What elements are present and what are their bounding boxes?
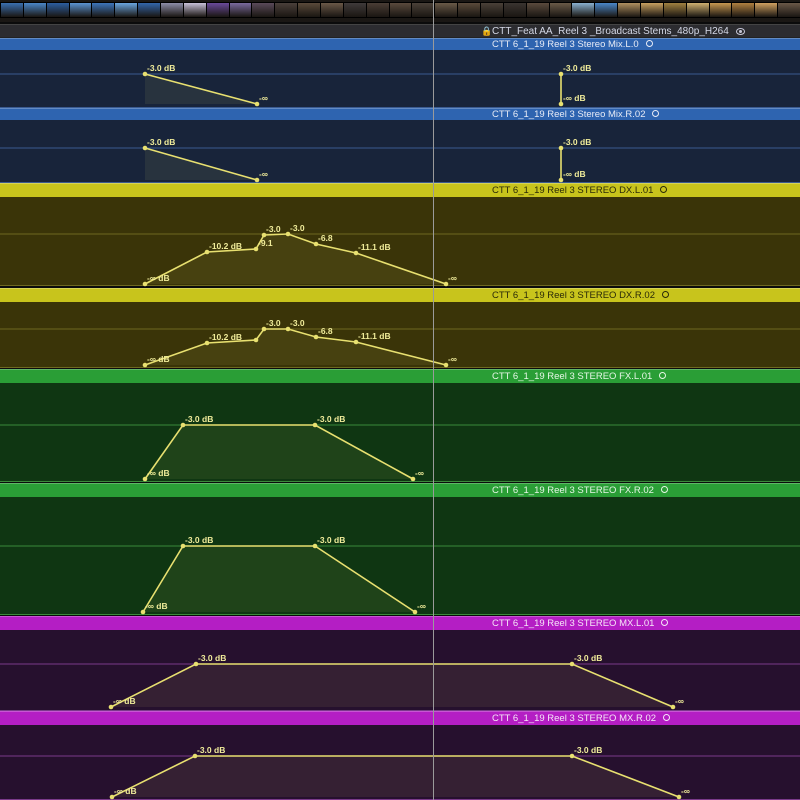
track-title: CTT 6_1_19 Reel 3 STEREO MX.R.02: [492, 712, 671, 726]
filmstrip-frame: [754, 2, 779, 18]
filmstrip-frame: [137, 2, 161, 18]
clip-name: CTT_Feat AA_Reel 3 _Broadcast Stems_480p…: [492, 26, 729, 37]
track-lane[interactable]: [0, 383, 800, 482]
filmstrip-frame: [182, 2, 207, 18]
track-lane[interactable]: [0, 630, 800, 711]
circle-icon[interactable]: [652, 109, 660, 117]
track-title: CTT 6_1_19 Reel 3 STEREO DX.R.02: [492, 289, 669, 303]
filmstrip-frame: [777, 2, 800, 18]
filmstrip-frame: [548, 2, 573, 18]
filmstrip-frame: [457, 2, 481, 18]
filmstrip-frame: [434, 2, 459, 18]
filmstrip-frame: [320, 2, 344, 18]
playhead[interactable]: [433, 0, 434, 800]
filmstrip-frame: [662, 2, 687, 18]
filmstrip-frame: [68, 2, 93, 18]
filmstrip-frame: [91, 2, 116, 18]
filmstrip-frame: [571, 2, 596, 18]
filmstrip-frame: [228, 2, 253, 18]
track-header[interactable]: CTT 6_1_19 Reel 3 Stereo Mix.R.02: [0, 108, 800, 120]
filmstrip-frame: [411, 2, 436, 18]
track-name: CTT 6_1_19 Reel 3 STEREO DX.L.01: [492, 185, 654, 196]
filmstrip-frame: [205, 2, 230, 18]
circle-icon[interactable]: [645, 39, 653, 47]
filmstrip-frame: [365, 2, 390, 18]
circle-icon[interactable]: [661, 618, 669, 626]
filmstrip-frame: [731, 2, 756, 18]
track-name: CTT 6_1_19 Reel 3 Stereo Mix.R.02: [492, 109, 646, 120]
filmstrip-frame: [160, 2, 184, 18]
track-lane[interactable]: [0, 50, 800, 108]
clip-header[interactable]: 🔒 CTT_Feat AA_Reel 3 _Broadcast Stems_48…: [0, 24, 800, 38]
track-title: CTT 6_1_19 Reel 3 STEREO FX.L.01: [492, 370, 667, 384]
filmstrip-frame: [342, 2, 367, 18]
track-header[interactable]: CTT 6_1_19 Reel 3 Stereo Mix.L.0: [0, 38, 800, 50]
track-title: CTT 6_1_19 Reel 3 STEREO MX.L.01: [492, 617, 669, 631]
filmstrip-frame: [22, 2, 47, 18]
track-name: CTT 6_1_19 Reel 3 STEREO MX.R.02: [492, 713, 657, 724]
eye-icon[interactable]: [735, 27, 745, 35]
circle-icon[interactable]: [660, 185, 668, 193]
filmstrip-frame: [114, 2, 139, 18]
filmstrip-frame: [525, 2, 550, 18]
clip-filmstrip[interactable]: [0, 0, 800, 22]
filmstrip-frame: [274, 2, 299, 18]
circle-icon[interactable]: [659, 371, 667, 379]
filmstrip-frame: [45, 2, 70, 18]
track-lane[interactable]: [0, 497, 800, 615]
track-name: CTT 6_1_19 Reel 3 Stereo Mix.L.0: [492, 39, 639, 50]
filmstrip-frame: [480, 2, 504, 18]
track-name: CTT 6_1_19 Reel 3 STEREO MX.L.01: [492, 618, 655, 629]
filmstrip-frame: [388, 2, 413, 18]
filmstrip-frame: [708, 2, 733, 18]
track-header[interactable]: CTT 6_1_19 Reel 3 STEREO DX.L.01: [0, 183, 800, 197]
filmstrip-frame: [594, 2, 619, 18]
lock-icon: 🔒: [481, 26, 493, 36]
track-header[interactable]: CTT 6_1_19 Reel 3 STEREO FX.L.01: [0, 369, 800, 383]
track-header[interactable]: CTT 6_1_19 Reel 3 STEREO DX.R.02: [0, 288, 800, 302]
track-lane[interactable]: [0, 197, 800, 286]
track-header[interactable]: CTT 6_1_19 Reel 3 STEREO FX.R.02: [0, 483, 800, 497]
track-title: CTT 6_1_19 Reel 3 STEREO DX.L.01: [492, 184, 668, 198]
circle-icon[interactable]: [660, 485, 668, 493]
filmstrip-frame: [685, 2, 710, 18]
track-lane[interactable]: [0, 725, 800, 800]
track-name: CTT 6_1_19 Reel 3 STEREO FX.L.01: [492, 371, 653, 382]
circle-icon[interactable]: [661, 290, 669, 298]
filmstrip-frame: [0, 2, 24, 18]
filmstrip-frame: [640, 2, 664, 18]
circle-icon[interactable]: [663, 713, 671, 721]
track-name: CTT 6_1_19 Reel 3 STEREO DX.R.02: [492, 290, 655, 301]
track-header[interactable]: CTT 6_1_19 Reel 3 STEREO MX.L.01: [0, 616, 800, 630]
track-title: CTT 6_1_19 Reel 3 STEREO FX.R.02: [492, 484, 668, 498]
filmstrip-frame: [617, 2, 641, 18]
track-name: CTT 6_1_19 Reel 3 STEREO FX.R.02: [492, 485, 654, 496]
filmstrip-frame: [297, 2, 321, 18]
filmstrip-frame: [502, 2, 527, 18]
track-lane[interactable]: [0, 302, 800, 368]
track-lane[interactable]: [0, 120, 800, 183]
filmstrip-frame: [251, 2, 276, 18]
track-header[interactable]: CTT 6_1_19 Reel 3 STEREO MX.R.02: [0, 711, 800, 725]
